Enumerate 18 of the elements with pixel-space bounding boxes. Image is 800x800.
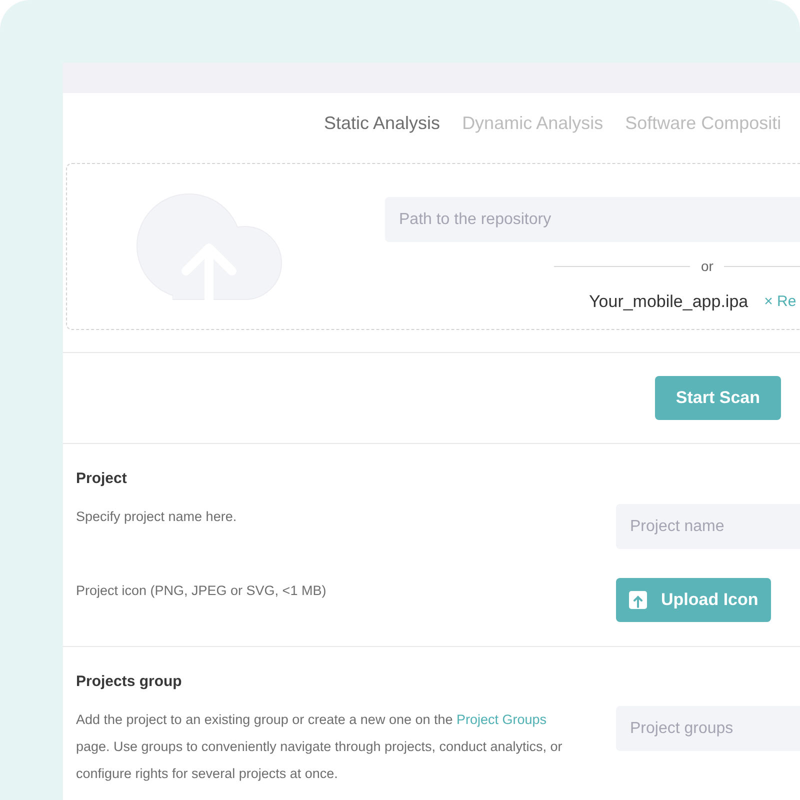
file-name: Your_mobile_app.ipa [589, 291, 748, 314]
field-description: Project icon (PNG, JPEG or SVG, <1 MB) [76, 582, 328, 600]
start-scan-button[interactable]: Start Scan [654, 376, 781, 420]
field-description: Specify project name here. [76, 508, 238, 526]
separator-text: or [701, 256, 714, 276]
remove-link[interactable]: × Re [764, 290, 796, 314]
field-description: Add the project to an existing group or create a new one on the Project Groups page. Use groups to conveniently navigate through projects, conduct analytics, or configure rights for several projects at once. [76, 711, 564, 783]
section-title: Projects group [76, 672, 183, 692]
text-field[interactable]: Project groups [616, 706, 800, 751]
text-field[interactable]: Project name [616, 504, 800, 549]
tab[interactable]: Dynamic Analysis [462, 110, 604, 136]
project-groups-link[interactable]: Project Groups [456, 712, 547, 727]
section-title: Project [76, 469, 128, 489]
upload-icon [629, 591, 647, 609]
tab[interactable]: Static Analysis [324, 110, 440, 136]
repository-path-field[interactable]: Path to the repository [385, 197, 800, 242]
upload-icon-button[interactable]: Upload Icon [616, 578, 772, 622]
tab[interactable]: Software Compositi [625, 110, 782, 136]
